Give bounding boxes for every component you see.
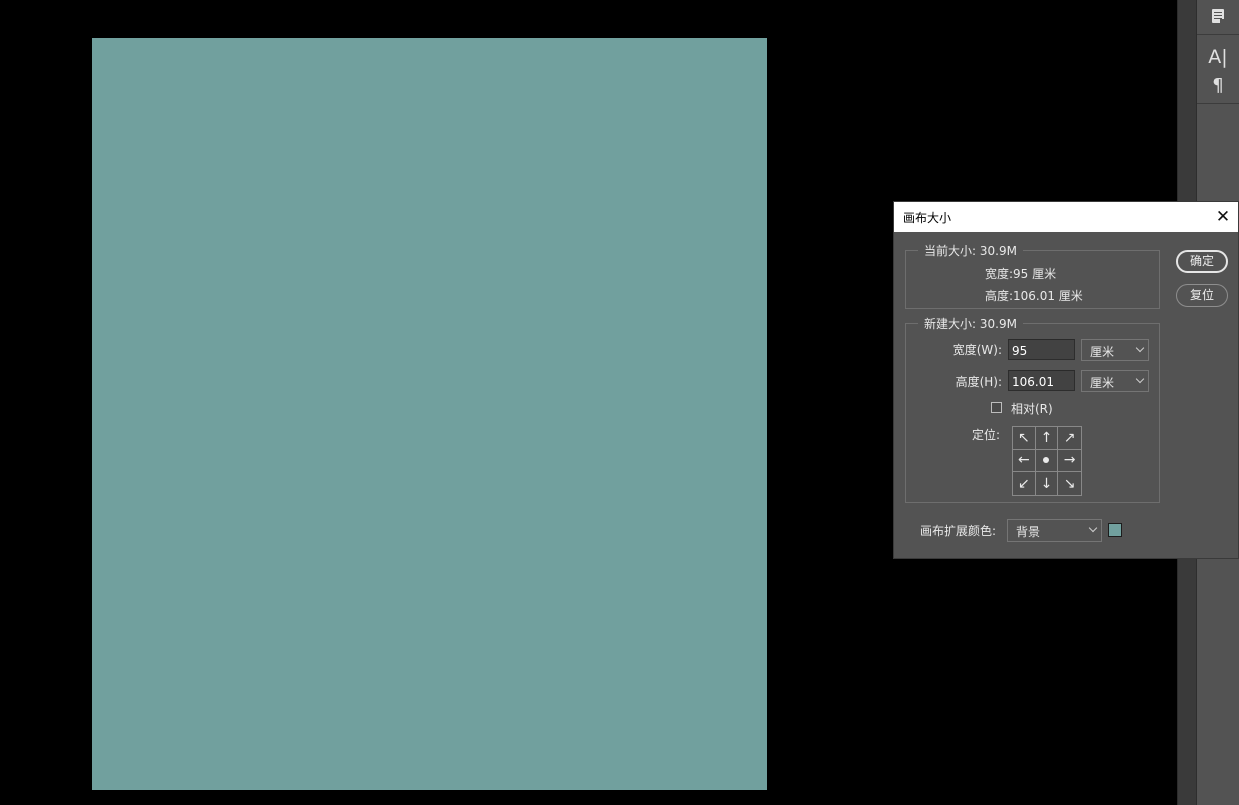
anchor-bottom-arrow-icon[interactable]: ↓ — [1036, 472, 1059, 495]
height-unit-select[interactable]: 厘米 — [1081, 370, 1149, 392]
document-canvas[interactable] — [92, 38, 767, 790]
extension-color-swatch[interactable] — [1108, 523, 1122, 537]
new-size-legend: 新建大小: 30.9M — [918, 315, 1023, 332]
new-height-label: 高度(H): — [955, 375, 1002, 389]
current-size-legend: 当前大小: 30.9M — [918, 242, 1023, 259]
ok-button[interactable]: 确定 — [1176, 250, 1228, 273]
anchor-top-right-arrow-icon[interactable]: ↗ — [1058, 427, 1081, 450]
anchor-center-dot-icon[interactable] — [1035, 449, 1059, 473]
notes-icon[interactable] — [1205, 4, 1231, 28]
chevron-down-icon — [1135, 374, 1145, 384]
relative-label[interactable]: 相对(R) — [1011, 400, 1053, 417]
current-height-value: 106.01 厘米 — [1013, 289, 1083, 303]
anchor-left-arrow-icon[interactable]: ← — [1013, 449, 1036, 473]
dialog-title: 画布大小 — [903, 211, 952, 225]
height-unit-value: 厘米 — [1090, 376, 1115, 390]
anchor-top-left-arrow-icon[interactable]: ↖ — [1013, 427, 1036, 450]
chevron-down-icon — [1135, 343, 1145, 353]
width-unit-value: 厘米 — [1090, 345, 1115, 359]
character-icon[interactable]: A| — [1205, 45, 1231, 69]
anchor-bottom-left-arrow-icon[interactable]: ↙ — [1013, 472, 1036, 495]
paragraph-icon[interactable]: ¶ — [1205, 73, 1231, 97]
anchor-label: 定位: — [972, 428, 1001, 442]
width-input[interactable] — [1008, 339, 1075, 360]
chevron-down-icon — [1088, 523, 1098, 533]
canvas-size-dialog: 画布大小 ✕ 当前大小: 30.9M 宽度: 95 厘米 高度: 106.01 … — [893, 201, 1239, 559]
current-width-label: 宽度: — [984, 267, 1013, 281]
close-icon[interactable]: ✕ — [1208, 202, 1238, 232]
height-input[interactable] — [1008, 370, 1075, 391]
new-width-label: 宽度(W): — [952, 343, 1002, 357]
relative-checkbox[interactable] — [991, 402, 1002, 413]
current-width-value: 95 厘米 — [1013, 267, 1057, 281]
extension-color-label: 画布扩展颜色: — [920, 524, 997, 538]
dock-group-notes — [1197, 0, 1239, 35]
extension-color-select[interactable]: 背景 — [1007, 519, 1102, 542]
extension-color-value: 背景 — [1016, 525, 1041, 539]
reset-button[interactable]: 复位 — [1176, 284, 1228, 307]
anchor-grid: ↖ ↑ ↗ ← → ↙ ↓ ↘ — [1012, 426, 1082, 496]
anchor-bottom-right-arrow-icon[interactable]: ↘ — [1058, 472, 1081, 495]
anchor-top-arrow-icon[interactable]: ↑ — [1035, 427, 1059, 450]
width-unit-select[interactable]: 厘米 — [1081, 339, 1149, 361]
current-size-group: 当前大小: 30.9M 宽度: 95 厘米 高度: 106.01 厘米 — [905, 242, 1160, 309]
anchor-right-arrow-icon[interactable]: → — [1058, 450, 1081, 473]
current-height-label: 高度: — [984, 289, 1013, 303]
dialog-titlebar[interactable]: 画布大小 ✕ — [894, 202, 1238, 232]
dock-group-type: A| ¶ — [1197, 35, 1239, 104]
